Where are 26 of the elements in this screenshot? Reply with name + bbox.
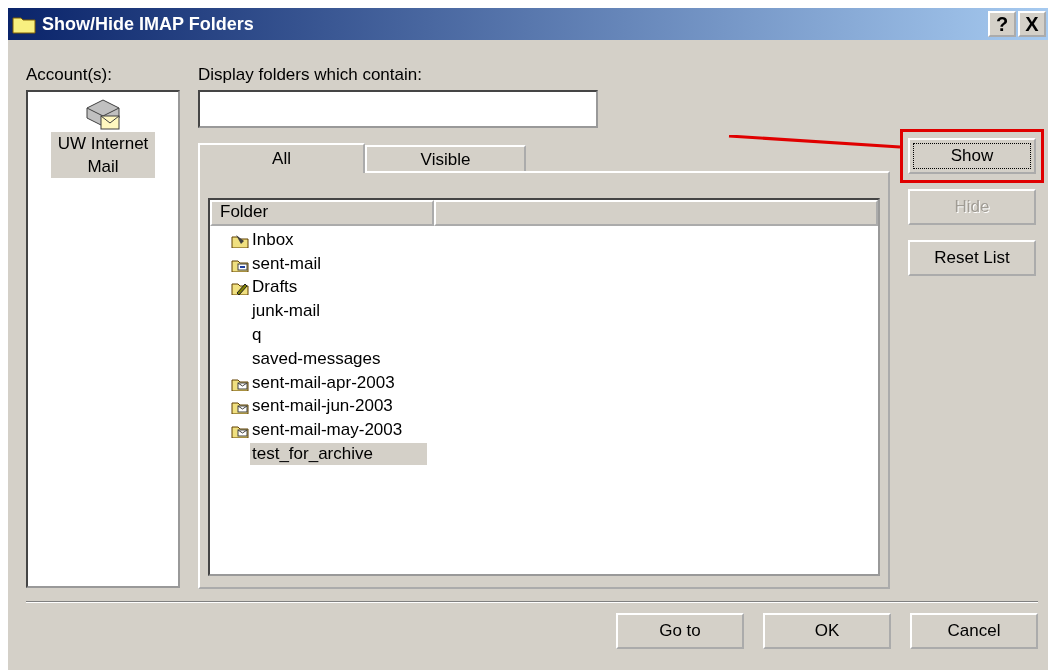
account-item[interactable]: UW Internet Mail (51, 132, 155, 178)
dialog-button[interactable]: Go to (616, 613, 744, 649)
folder-item[interactable]: Drafts (250, 276, 300, 299)
dialog-button[interactable]: Cancel (910, 613, 1038, 649)
window-title: Show/Hide IMAP Folders (42, 12, 255, 36)
folder-item[interactable]: sent-mail-apr-2003 (250, 371, 397, 394)
column-header[interactable]: Folder (210, 200, 434, 226)
folder-item[interactable]: q (250, 324, 264, 347)
side-button[interactable]: Reset List (908, 240, 1036, 276)
folder-item[interactable]: sent-mail (250, 252, 323, 275)
help-button[interactable]: ? (988, 11, 1016, 37)
folder-icon (12, 14, 36, 34)
folder-item[interactable]: sent-mail-jun-2003 (250, 395, 395, 418)
field-label: Display folders which contain: (198, 64, 423, 86)
close-button[interactable]: X (1018, 11, 1046, 37)
tab[interactable]: All (198, 143, 365, 173)
tab[interactable]: Visible (365, 145, 526, 171)
folder-item[interactable]: test_for_archive (250, 443, 427, 466)
folder-item[interactable]: saved-messages (250, 347, 383, 370)
filter-field[interactable] (198, 90, 598, 128)
folder-item[interactable]: junk-mail (250, 300, 323, 323)
side-button[interactable]: Show (908, 138, 1036, 174)
dialog-button[interactable]: OK (763, 613, 891, 649)
folder-item[interactable]: sent-mail-may-2003 (250, 419, 405, 442)
folder-item[interactable]: Inbox (250, 228, 296, 251)
field-label: Account(s): (26, 64, 113, 86)
